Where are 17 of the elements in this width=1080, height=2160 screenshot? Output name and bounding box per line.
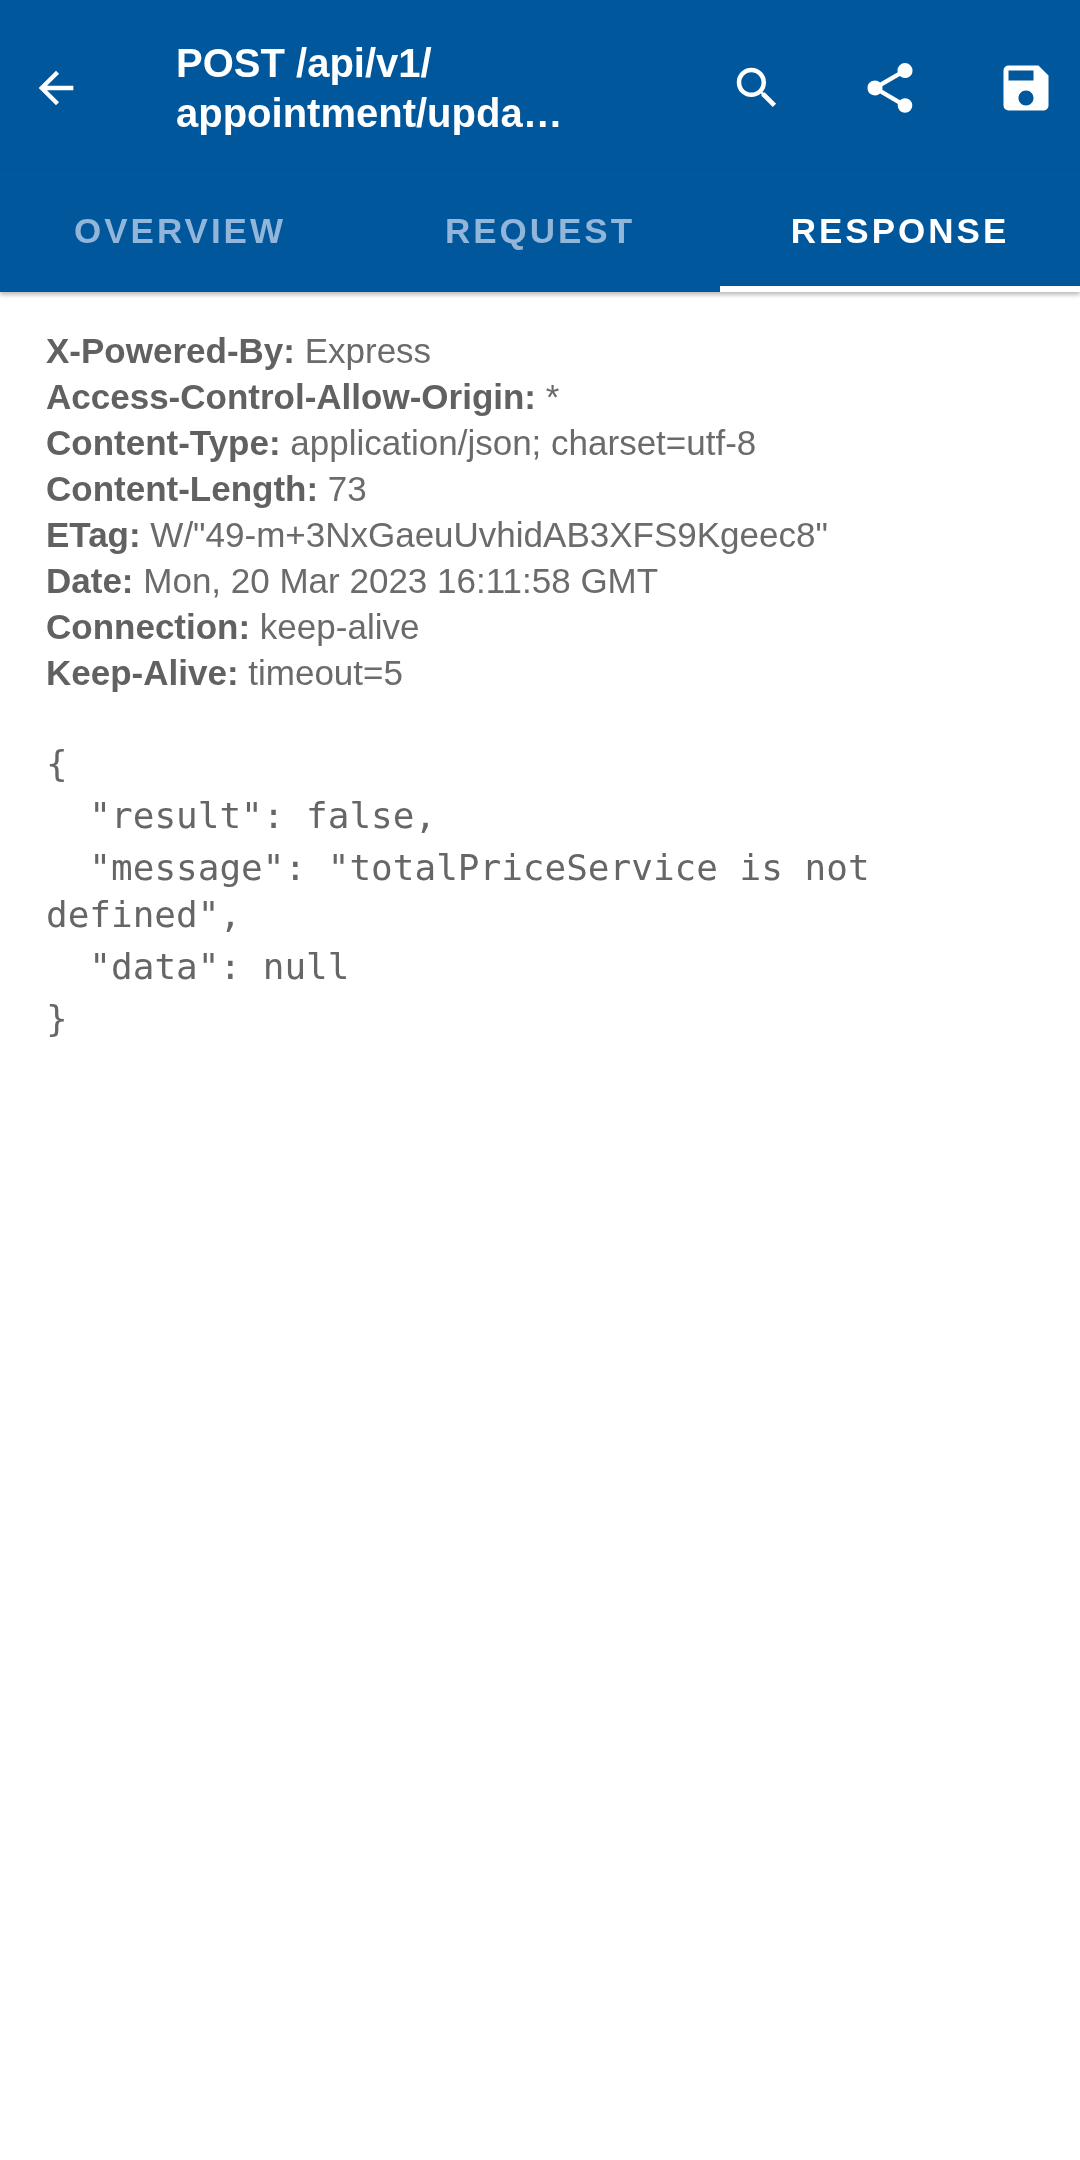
header-line: Keep-Alive: timeout=5	[46, 652, 404, 694]
json-line: "message": "totalPriceService is not defined",	[46, 846, 871, 937]
tab[interactable]: REQUEST	[360, 170, 720, 292]
header-line: X-Powered-By: Express	[46, 330, 433, 372]
json-line: }	[46, 997, 69, 1041]
json-line: "data": null	[88, 945, 351, 989]
tab[interactable]: RESPONSE	[720, 170, 1080, 292]
tab[interactable]: OVERVIEW	[0, 170, 360, 292]
header-line: Connection: keep-alive	[46, 606, 421, 648]
json-line: "result": false,	[88, 794, 438, 838]
json-line: {	[46, 742, 69, 786]
header-line: Date: Mon, 20 Mar 2023 16:11:58 GMT	[46, 560, 660, 602]
header-line: Content-Type: application/json; charset=utf-8	[46, 422, 758, 464]
request-title: POST /api/v1/ appointment/upda…	[176, 40, 564, 137]
header-line: ETag: W/"49-m+3NxGaeuUvhidAB3XFS9Kgeec8"	[46, 514, 829, 556]
header-line: Content-Length: 73	[46, 468, 368, 510]
header-line: Access-Control-Allow-Origin: *	[46, 376, 561, 418]
